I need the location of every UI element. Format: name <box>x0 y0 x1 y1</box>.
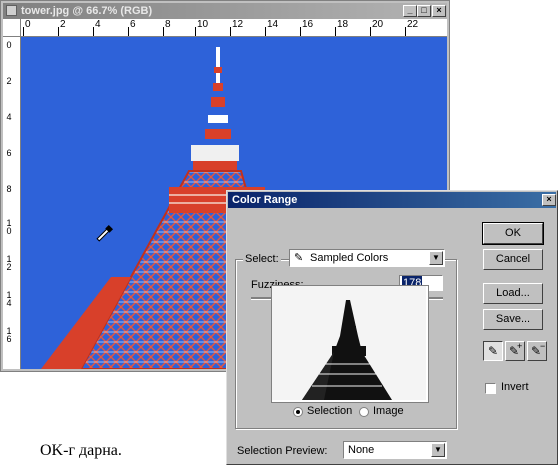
invert-label: Invert <box>501 381 529 393</box>
ruler-h-label: 16 <box>302 19 314 30</box>
ruler-v-label: 6 <box>6 148 12 158</box>
selection-radio-label: Selection <box>307 405 353 417</box>
ruler-h-label: 10 <box>197 19 209 30</box>
dialog-close-button[interactable]: × <box>542 194 556 206</box>
select-label: Select: <box>243 253 281 265</box>
horizontal-ruler[interactable]: 0 2 4 6 8 10 12 14 16 18 20 22 <box>21 19 447 37</box>
ruler-v-label: 0 <box>6 40 12 50</box>
ruler-h-label: 8 <box>165 19 171 30</box>
ruler-h-label: 20 <box>372 19 384 30</box>
ruler-corner[interactable] <box>3 19 21 37</box>
selection-preview-image <box>271 285 429 403</box>
eyedropper-minus-button[interactable]: ✎ − <box>527 341 547 361</box>
vertical-ruler[interactable]: 0 2 4 6 8 10 12 14 16 <box>3 37 21 369</box>
ruler-v-label: 10 <box>6 218 12 236</box>
ruler-h-label: 4 <box>95 19 101 30</box>
caption-text: OK-г дарна. <box>40 442 122 459</box>
selection-radio[interactable] <box>293 407 303 417</box>
cancel-button[interactable]: Cancel <box>483 249 543 270</box>
document-title: tower.jpg @ 66.7% (RGB) <box>21 5 153 17</box>
ok-button[interactable]: OK <box>482 222 544 245</box>
selection-preview-label: Selection Preview: <box>237 445 328 457</box>
ruler-v-label: 8 <box>6 184 12 194</box>
image-radio-label: Image <box>373 405 404 417</box>
ruler-v-label: 14 <box>6 290 12 308</box>
close-button[interactable]: × <box>432 5 446 17</box>
ruler-v-label: 12 <box>6 254 12 272</box>
ruler-h-label: 0 <box>25 19 31 30</box>
eyedropper-icon: ✎ <box>294 252 304 264</box>
selection-preview-value: None <box>348 444 375 456</box>
load-button[interactable]: Load... <box>483 283 543 304</box>
chevron-down-icon: ▼ <box>429 251 443 265</box>
invert-checkbox[interactable] <box>485 383 496 394</box>
ruler-h-label: 6 <box>130 19 136 30</box>
ruler-h-label: 22 <box>407 19 419 30</box>
selection-preview-dropdown[interactable]: None ▼ <box>343 441 447 459</box>
eyedropper-button[interactable]: ✎ <box>483 341 503 361</box>
select-value: Sampled Colors <box>310 252 389 264</box>
ruler-h-label: 12 <box>232 19 244 30</box>
eyedropper-plus-button[interactable]: ✎ + <box>505 341 525 361</box>
eyedropper-icon: ✎ <box>488 344 499 358</box>
image-radio[interactable] <box>359 407 369 417</box>
document-icon <box>6 5 17 16</box>
ruler-h-label: 2 <box>60 19 66 30</box>
select-dropdown[interactable]: ✎ Sampled Colors ▼ <box>289 249 445 267</box>
document-titlebar[interactable]: tower.jpg @ 66.7% (RGB) _ □ × <box>3 3 447 19</box>
dialog-titlebar[interactable]: Color Range × <box>228 192 556 208</box>
upper-deck <box>191 145 239 161</box>
ruler-h-label: 14 <box>267 19 279 30</box>
color-range-dialog: Color Range × Select: ✎ Sampled Colors ▼… <box>226 190 558 465</box>
ruler-v-label: 4 <box>6 112 12 122</box>
dialog-title: Color Range <box>232 194 298 206</box>
ruler-v-label: 2 <box>6 76 12 86</box>
ruler-v-label: 16 <box>6 326 12 344</box>
maximize-button[interactable]: □ <box>417 5 431 17</box>
ruler-h-label: 18 <box>337 19 349 30</box>
save-button[interactable]: Save... <box>483 309 543 330</box>
minimize-button[interactable]: _ <box>403 5 417 17</box>
chevron-down-icon: ▼ <box>431 443 445 457</box>
